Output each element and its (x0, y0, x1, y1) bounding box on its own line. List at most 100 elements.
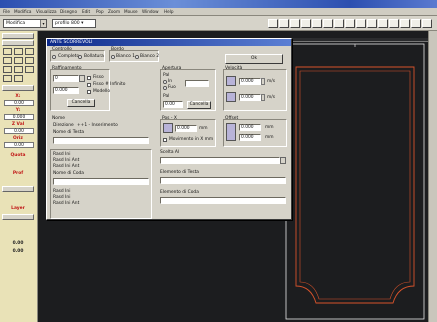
trim-icon[interactable] (14, 66, 23, 73)
mode-combo[interactable]: Modifica ▾ (3, 19, 47, 28)
erase-icon[interactable] (25, 48, 34, 55)
velocita-unit-1: m/s (267, 79, 276, 84)
pos-x-value[interactable]: 0.000 (175, 125, 197, 132)
list-item[interactable]: Rasd Ini (53, 195, 70, 200)
nome-coda-field[interactable] (53, 178, 149, 185)
spin-icon[interactable] (261, 94, 265, 101)
tool-text-icon[interactable] (334, 19, 344, 28)
menu-file[interactable]: File (3, 9, 10, 14)
elemento-testa-field[interactable] (160, 177, 286, 184)
value-x[interactable]: 0.00 (4, 100, 34, 106)
menu-edit[interactable]: Edit (82, 9, 90, 14)
radio-bollatura[interactable] (78, 55, 82, 59)
check-fisso-infinito[interactable] (87, 83, 91, 87)
draw-icon[interactable] (3, 48, 12, 55)
check-movimento[interactable] (163, 138, 167, 142)
tool-print-icon[interactable] (411, 19, 421, 28)
velocita-value-2[interactable]: 0.000 (239, 94, 261, 101)
apertura-cancel-button[interactable]: Cancella (187, 101, 211, 109)
label-modello: Modello (93, 89, 111, 94)
menu-help[interactable]: Help (164, 9, 174, 14)
tool-layer-icon[interactable] (378, 19, 388, 28)
pos-x-title: Pos - X (162, 116, 177, 121)
raffinamento-value-1[interactable]: 0 (53, 75, 79, 82)
menu-pop[interactable]: Pop (96, 9, 104, 14)
tool-grid-icon[interactable] (389, 19, 399, 28)
menu-disegno[interactable]: Disegno (60, 9, 77, 14)
label-prof: Prof (12, 171, 24, 176)
apertura-value[interactable]: 0.00 (163, 101, 183, 108)
tool-dim-icon[interactable] (345, 19, 355, 28)
offset-value-2[interactable]: 0.000 (239, 134, 261, 141)
list-item[interactable]: Rasd Ini (53, 189, 70, 194)
list-item[interactable]: Rasd Ini (53, 152, 70, 157)
profile-combo[interactable]: profilo 800 ▾ (52, 19, 96, 28)
raffinamento-value-2[interactable]: 0.000 (53, 87, 79, 94)
position-icon (163, 123, 173, 133)
tool-rect-icon[interactable] (323, 19, 333, 28)
radio-fuo[interactable] (163, 86, 167, 90)
tool-line-icon[interactable] (290, 19, 300, 28)
nome-testa-field[interactable] (53, 137, 149, 144)
panel-button-5[interactable] (2, 214, 34, 220)
extend-icon[interactable] (25, 66, 34, 73)
chevron-down-icon[interactable]: ▾ (40, 20, 46, 27)
menu-mouse[interactable]: Mouse (124, 9, 138, 14)
nome-coda-label: Nome di Coda (53, 171, 84, 176)
chevron-down-icon[interactable] (280, 157, 286, 164)
vertical-scrollbar[interactable] (428, 31, 437, 322)
check-modello[interactable] (87, 90, 91, 94)
list-item[interactable]: Rasd Ini Ant (53, 201, 79, 206)
controllo-title: Controllo (52, 47, 72, 52)
radio-bianco-1[interactable] (111, 55, 115, 59)
copy-icon[interactable] (3, 57, 12, 64)
list-item[interactable]: Rasd Ini Ant (53, 158, 79, 163)
menu-visualizza[interactable]: Visualizza (36, 9, 57, 14)
menu-zoom[interactable]: Zoom (108, 9, 120, 14)
chamfer-icon[interactable] (14, 75, 23, 82)
spin-icon[interactable] (261, 78, 265, 85)
tool-move-icon[interactable] (279, 19, 289, 28)
mirror-icon[interactable] (14, 57, 23, 64)
offset-icon[interactable] (3, 66, 12, 73)
check-fisso[interactable] (87, 76, 91, 80)
ok-button[interactable]: Ok (225, 54, 283, 64)
fillet-icon[interactable] (3, 75, 12, 82)
menu-modifica[interactable]: Modifica (14, 9, 32, 14)
label-y: Y: (15, 108, 21, 113)
raffinamento-cancel-button[interactable]: Cancella (67, 99, 95, 107)
offset-value-1[interactable]: 0.000 (239, 124, 261, 131)
radio-in[interactable] (163, 80, 167, 84)
list-item[interactable]: Rasd Ini Ant (53, 164, 79, 169)
panel-button-4[interactable] (2, 186, 34, 192)
label-fisso: Fisso (93, 75, 104, 80)
tool-help-icon[interactable] (422, 19, 432, 28)
elemento-coda-field[interactable] (160, 197, 286, 204)
menu-window[interactable]: Window (142, 9, 159, 14)
value-y[interactable]: 0.000 (4, 114, 34, 120)
tool-pan-icon[interactable] (367, 19, 377, 28)
radio-completo[interactable] (52, 55, 56, 59)
chevron-down-icon[interactable] (79, 75, 85, 82)
apertura-field[interactable] (185, 80, 209, 87)
radio-bianco-2[interactable] (135, 55, 139, 59)
value-oriz[interactable]: 0.00 (4, 142, 34, 148)
tool-circle-icon[interactable] (312, 19, 322, 28)
rotate-icon[interactable] (25, 57, 34, 64)
scelta-field[interactable] (160, 157, 280, 164)
speed-icon-2 (226, 92, 236, 102)
panel-button-1[interactable] (2, 33, 34, 39)
offset-icon (226, 123, 236, 141)
tool-snap-icon[interactable] (400, 19, 410, 28)
value-z[interactable]: 0.00 (4, 128, 34, 134)
speed-icon (226, 76, 236, 86)
panel-button-3[interactable] (2, 85, 34, 91)
tool-zoom-icon[interactable] (356, 19, 366, 28)
velocita-value-1[interactable]: 0.000 (239, 78, 261, 85)
edit-icon[interactable] (14, 48, 23, 55)
direzione-value: ++1 - Inserimento (77, 123, 118, 128)
tool-arc-icon[interactable] (301, 19, 311, 28)
nome-testa-label: Nome di Testa (53, 130, 85, 135)
tool-select-icon[interactable] (268, 19, 278, 28)
panel-button-2[interactable] (2, 40, 34, 46)
